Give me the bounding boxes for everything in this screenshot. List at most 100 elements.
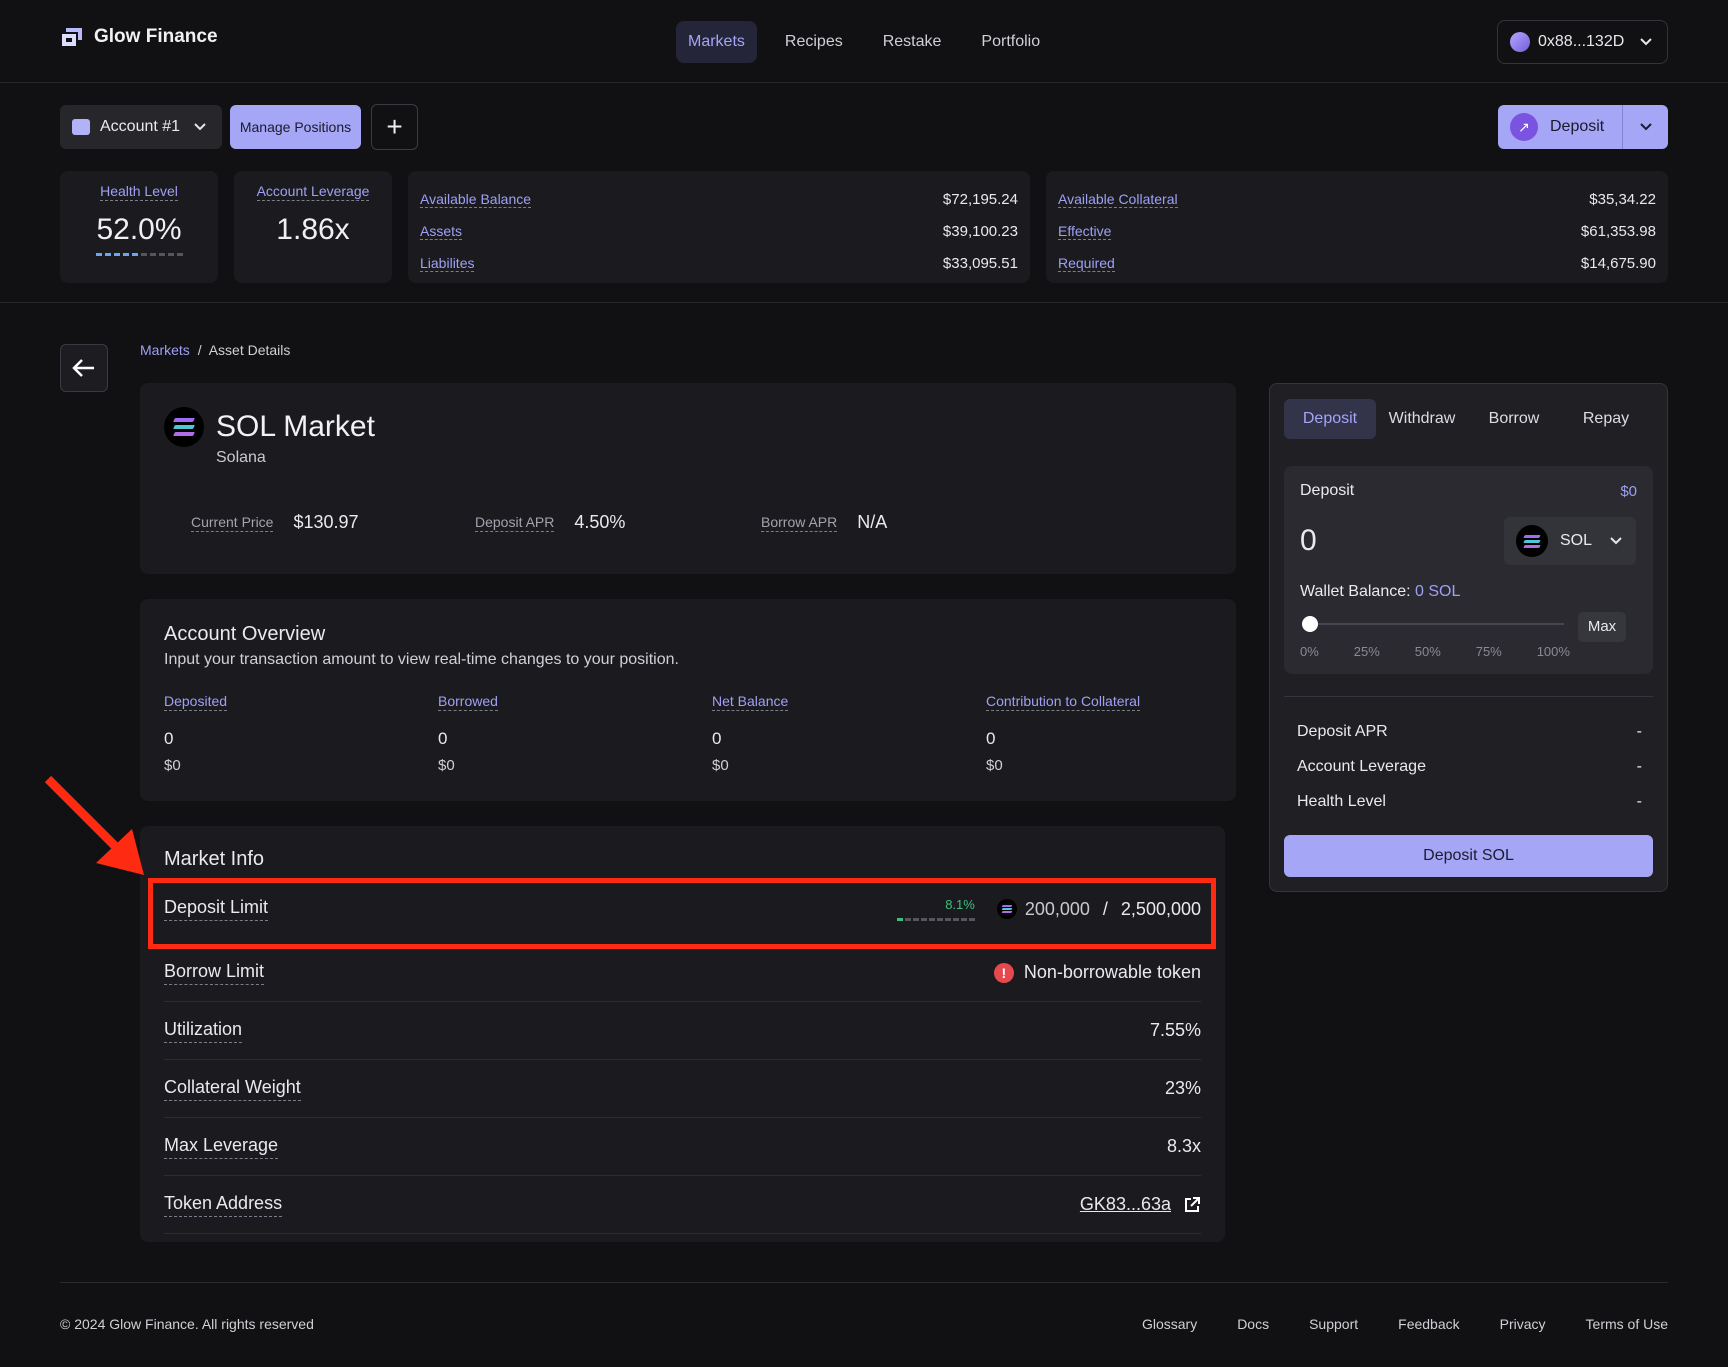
account-selector[interactable]: Account #1 [60, 105, 222, 149]
net-balance-amount: 0 [712, 729, 722, 748]
tab-repay[interactable]: Repay [1560, 399, 1652, 439]
collateral-weight-value: 23% [1164, 1078, 1201, 1098]
nav-restake[interactable]: Restake [871, 21, 954, 63]
footer-divider [60, 1282, 1668, 1283]
panel-deposit-apr-row: Deposit APR - [1297, 723, 1642, 741]
tab-borrow[interactable]: Borrow [1468, 399, 1560, 439]
breadcrumb-markets[interactable]: Markets [140, 342, 190, 358]
pct-0[interactable]: 0% [1300, 644, 1319, 659]
max-leverage-row: Max Leverage 8.3x [164, 1118, 1201, 1176]
liabilities-label: Liabilites [420, 254, 475, 272]
pct-100[interactable]: 100% [1537, 644, 1570, 659]
breadcrumb: Markets / Asset Details [140, 342, 290, 358]
deposit-apr-value: 4.50% [574, 512, 626, 532]
chevron-down-icon [1610, 537, 1622, 545]
wallet-address: 0x88...132D [1538, 33, 1625, 50]
plus-icon: + [386, 111, 403, 142]
breadcrumb-current: Asset Details [208, 342, 291, 358]
footer-link-feedback[interactable]: Feedback [1398, 1316, 1459, 1332]
effective-label: Effective [1058, 222, 1112, 240]
assets-value: $39,100.23 [942, 222, 1018, 240]
max-button[interactable]: Max [1578, 612, 1626, 642]
account-selector-label: Account #1 [100, 118, 181, 135]
borrow-limit-value: Non-borrowable token [1023, 962, 1201, 982]
breadcrumb-separator: / [197, 342, 202, 358]
pct-50[interactable]: 50% [1415, 644, 1441, 659]
borrow-limit-label: Borrow Limit [164, 961, 265, 985]
utilization-value: 7.55% [1149, 1020, 1201, 1040]
alert-icon: ! [993, 962, 1014, 983]
pct-25[interactable]: 25% [1354, 644, 1380, 659]
market-info-title: Market Info [164, 848, 265, 870]
panel-tabs: Deposit Withdraw Borrow Repay [1284, 399, 1652, 439]
deposit-header-button[interactable]: ↗ Deposit [1498, 105, 1668, 149]
tab-withdraw[interactable]: Withdraw [1376, 399, 1468, 439]
back-button[interactable] [60, 344, 108, 392]
deposit-amount-input[interactable]: 0 [1300, 524, 1317, 558]
external-link-icon[interactable] [1183, 1196, 1201, 1214]
panel-health-level-label: Health Level [1297, 793, 1386, 810]
brand-name: Glow Finance [94, 26, 218, 47]
utilization-label: Utilization [164, 1019, 243, 1043]
liabilities-value: $33,095.51 [942, 254, 1018, 272]
wallet-balance-value: 0 SOL [1415, 583, 1461, 600]
nav-recipes[interactable]: Recipes [773, 21, 855, 63]
deposit-input-label: Deposit [1300, 482, 1355, 499]
divider [0, 302, 1728, 303]
pct-75[interactable]: 75% [1476, 644, 1502, 659]
manage-positions-button[interactable]: Manage Positions [230, 105, 361, 149]
account-overview-card: Account Overview Input your transaction … [140, 599, 1236, 801]
account-leverage-label: Account Leverage [256, 183, 370, 201]
collateral-weight-label: Collateral Weight [164, 1077, 301, 1101]
panel-divider [1284, 696, 1653, 697]
footer-link-glossary[interactable]: Glossary [1142, 1316, 1197, 1332]
wallet-button[interactable]: 0x88...132D [1497, 20, 1668, 64]
amount-slider-track[interactable] [1308, 623, 1564, 625]
copyright: © 2024 Glow Finance. All rights reserved [60, 1316, 314, 1332]
token-address-row: Token Address GK83...63a [164, 1176, 1201, 1234]
nav-portfolio[interactable]: Portfolio [969, 21, 1052, 63]
borrow-apr-value: N/A [857, 512, 888, 532]
token-selector[interactable]: SOL [1504, 517, 1636, 565]
arrow-left-icon [72, 359, 94, 377]
amount-slider-handle[interactable] [1302, 616, 1318, 632]
wallet-balance: Wallet Balance: 0 SOL [1300, 583, 1460, 601]
wallet-avatar [1510, 32, 1530, 52]
current-price-value: $130.97 [293, 512, 359, 532]
borrowed-usd: $0 [438, 757, 455, 774]
effective-value: $61,353.98 [1580, 222, 1656, 240]
net-balance-usd: $0 [712, 757, 729, 774]
current-price-label: Current Price [191, 513, 274, 532]
footer-link-docs[interactable]: Docs [1237, 1316, 1269, 1332]
footer-link-support[interactable]: Support [1309, 1316, 1358, 1332]
available-balance-label: Available Balance [420, 190, 532, 208]
nav-markets[interactable]: Markets [676, 21, 757, 63]
deposit-dropdown-toggle[interactable] [1623, 118, 1668, 136]
deposit-sol-button[interactable]: Deposit SOL [1284, 835, 1653, 877]
health-level-bar [60, 253, 218, 256]
overview-title: Account Overview [164, 623, 326, 645]
add-account-button[interactable]: + [371, 104, 418, 150]
panel-health-level-row: Health Level - [1297, 793, 1642, 811]
panel-account-leverage-value: - [1636, 758, 1642, 775]
token-address-link[interactable]: GK83...63a [1080, 1194, 1171, 1215]
deposited-amount: 0 [164, 729, 174, 748]
footer-link-privacy[interactable]: Privacy [1500, 1316, 1546, 1332]
wallet-icon [72, 119, 90, 135]
required-value: $14,675.90 [1580, 254, 1656, 272]
borrow-limit-row: Borrow Limit ! Non-borrowable token [164, 944, 1201, 1002]
deposit-apr-label: Deposit APR [475, 513, 555, 532]
deposited-usd: $0 [164, 757, 181, 774]
footer-link-terms[interactable]: Terms of Use [1586, 1316, 1668, 1332]
available-collateral-label: Available Collateral [1058, 190, 1178, 208]
deposit-input-usd: $0 [1620, 483, 1637, 500]
utilization-row: Utilization 7.55% [164, 1002, 1201, 1060]
deposit-arrow-icon: ↗ [1510, 113, 1538, 141]
brand[interactable]: Glow Finance [60, 26, 218, 48]
contribution-label: Contribution to Collateral [986, 693, 1141, 711]
borrow-apr-label: Borrow APR [761, 513, 838, 532]
panel-deposit-apr-value: - [1636, 723, 1642, 740]
glow-logo-icon [62, 28, 82, 46]
deposit-input-box: Deposit $0 0 SOL Wallet Balance: 0 SOL 0… [1284, 466, 1653, 674]
tab-deposit[interactable]: Deposit [1284, 399, 1376, 439]
